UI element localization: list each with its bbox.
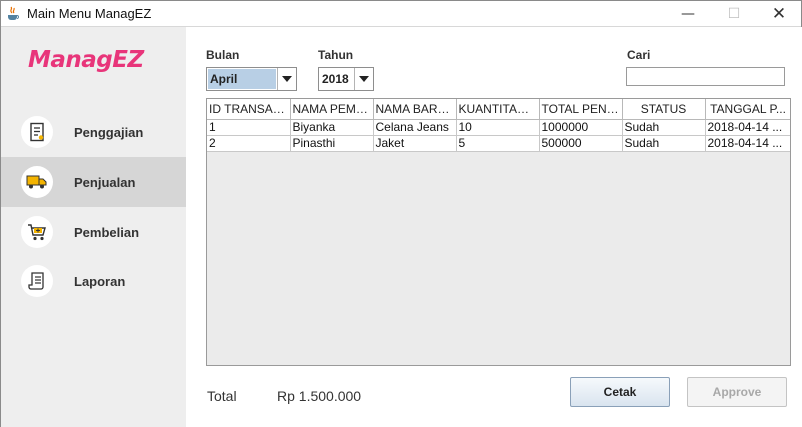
title-bar: Main Menu ManagEZ — ☐ ✕ <box>1 1 801 27</box>
year-selected-value: 2018 <box>322 72 349 86</box>
minimize-icon: — <box>681 6 695 22</box>
search-label: Cari <box>627 48 651 62</box>
year-select[interactable]: 2018 <box>318 67 374 91</box>
cell-status[interactable]: Sudah <box>622 119 706 136</box>
main-panel: Bulan April Tahun 2018 Cari ID TRANSAKSI… <box>186 27 802 427</box>
cell-item[interactable]: Jaket <box>373 135 457 152</box>
search-input[interactable] <box>626 67 785 86</box>
chevron-down-icon[interactable] <box>354 68 373 90</box>
chevron-down-icon[interactable] <box>277 68 296 90</box>
main-window: Main Menu ManagEZ — ☐ ✕ ManagEZ Penggaji… <box>0 0 802 427</box>
column-header-buyer[interactable]: NAMA PEMB... <box>290 99 374 120</box>
sidebar-item-pembelian[interactable]: Pembelian <box>1 207 186 257</box>
sidebar: ManagEZ Penggajian Penjualan Pembelian L… <box>1 27 186 427</box>
cell-quantity[interactable]: 10 <box>456 119 540 136</box>
window-title: Main Menu ManagEZ <box>27 6 152 21</box>
column-header-item[interactable]: NAMA BARA... <box>373 99 457 120</box>
cell-status[interactable]: Sudah <box>622 135 706 152</box>
cell-id[interactable]: 2 <box>207 135 291 152</box>
maximize-icon: ☐ <box>727 6 741 22</box>
column-header-total[interactable]: TOTAL PENJ... <box>539 99 623 120</box>
total-label: Total <box>207 388 237 404</box>
month-label: Bulan <box>206 48 240 62</box>
sidebar-item-label: Laporan <box>74 273 126 289</box>
minimize-button[interactable]: — <box>665 1 711 27</box>
cell-total[interactable]: 1000000 <box>539 119 623 136</box>
sidebar-item-laporan[interactable]: Laporan <box>1 256 186 306</box>
report-receipt-icon <box>21 265 53 297</box>
column-header-quantity[interactable]: KUANTITAS ... <box>456 99 540 120</box>
sidebar-item-label: Penjualan <box>74 174 136 190</box>
app-logo: ManagEZ <box>28 47 144 73</box>
maximize-button[interactable]: ☐ <box>711 1 757 27</box>
month-select[interactable]: April <box>206 67 297 91</box>
cell-date[interactable]: 2018-04-14 ... <box>705 119 790 136</box>
sidebar-item-label: Penggajian <box>74 124 144 140</box>
month-selected-value: April <box>208 69 276 89</box>
table-header-row: ID TRANSAKSI NAMA PEMB... NAMA BARA... K… <box>207 99 790 120</box>
column-header-id[interactable]: ID TRANSAKSI <box>207 99 291 120</box>
table-row[interactable]: 1 Biyanka Celana Jeans 10 1000000 Sudah … <box>207 119 790 136</box>
approve-button[interactable]: Approve <box>687 377 787 407</box>
delivery-truck-icon <box>21 166 53 198</box>
cell-buyer[interactable]: Pinasthi <box>290 135 374 152</box>
print-button[interactable]: Cetak <box>570 377 670 407</box>
cell-item[interactable]: Celana Jeans <box>373 119 457 136</box>
table-row[interactable]: 2 Pinasthi Jaket 5 500000 Sudah 2018-04-… <box>207 135 790 152</box>
cell-quantity[interactable]: 5 <box>456 135 540 152</box>
close-button[interactable]: ✕ <box>756 1 802 27</box>
column-header-status[interactable]: STATUS <box>622 99 706 120</box>
java-app-icon <box>8 6 19 20</box>
total-value: Rp 1.500.000 <box>277 388 362 404</box>
transactions-table[interactable]: ID TRANSAKSI NAMA PEMB... NAMA BARA... K… <box>206 98 791 366</box>
cell-buyer[interactable]: Biyanka <box>290 119 374 136</box>
shopping-cart-icon <box>21 216 53 248</box>
cell-date[interactable]: 2018-04-14 ... <box>705 135 790 152</box>
sidebar-item-penggajian[interactable]: Penggajian <box>1 107 186 157</box>
sidebar-item-penjualan[interactable]: Penjualan <box>1 157 186 207</box>
year-label: Tahun <box>318 48 354 62</box>
cell-id[interactable]: 1 <box>207 119 291 136</box>
payroll-document-icon <box>21 116 53 148</box>
close-icon: ✕ <box>771 4 787 24</box>
column-header-date[interactable]: TANGGAL P... <box>705 99 790 120</box>
sidebar-item-label: Pembelian <box>74 224 140 240</box>
cell-total[interactable]: 500000 <box>539 135 623 152</box>
